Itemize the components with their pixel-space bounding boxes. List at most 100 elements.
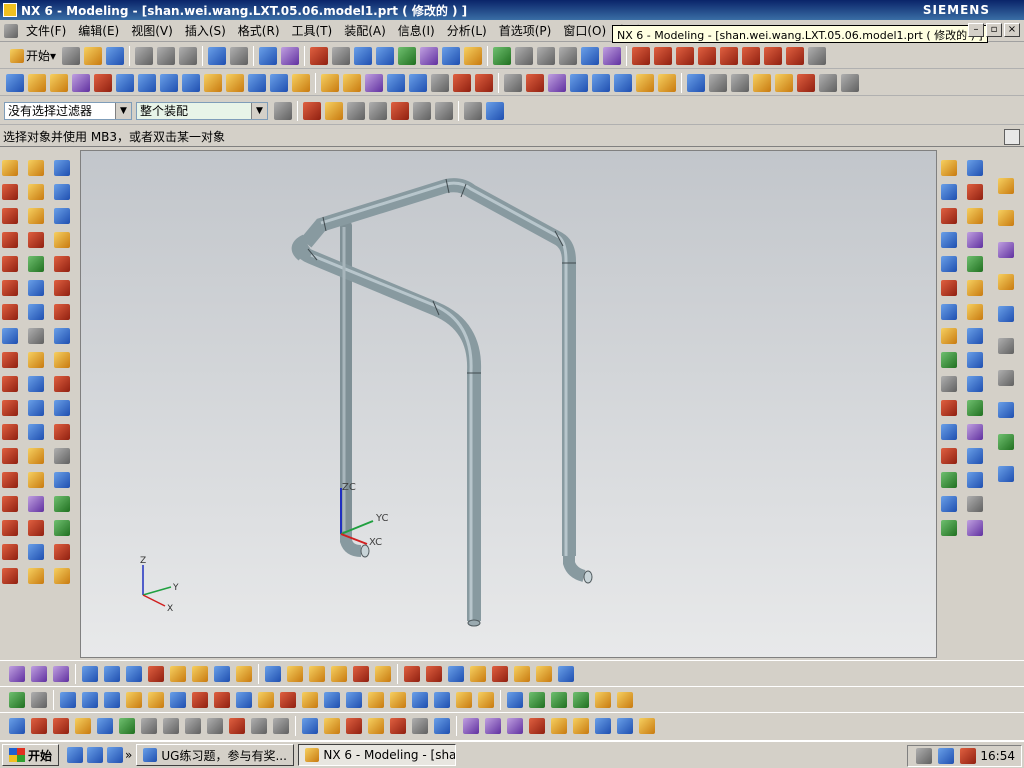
smooth-spline-icon[interactable] (617, 717, 633, 734)
circle-icon[interactable] (2, 448, 18, 464)
fillet-curve-icon[interactable] (2, 424, 18, 440)
cross-section-icon[interactable] (470, 665, 486, 682)
offset-curve-icon[interactable] (2, 352, 18, 368)
quick-launch-overflow[interactable]: » (125, 748, 132, 762)
revolve-icon[interactable] (138, 73, 156, 92)
tangent-line-icon[interactable] (207, 717, 223, 734)
styled-blend-icon[interactable] (28, 472, 44, 488)
paste-face-icon[interactable] (309, 665, 325, 682)
perpendicular-icon[interactable] (229, 717, 245, 734)
through-mesh-icon[interactable] (28, 256, 44, 272)
boss-icon[interactable] (270, 73, 288, 92)
interference-icon[interactable] (54, 520, 70, 536)
enlarge-icon[interactable] (28, 568, 44, 584)
background-icon[interactable] (515, 46, 534, 65)
feature-point-icon[interactable] (413, 101, 431, 120)
law-extension-icon[interactable] (28, 400, 44, 416)
product-outline-icon[interactable] (324, 691, 340, 708)
constraint-navigator-tab-icon[interactable] (998, 210, 1014, 226)
reuse-library-icon[interactable] (50, 73, 68, 92)
edit-curve-icon[interactable] (529, 717, 545, 734)
paint-icon[interactable] (967, 256, 983, 272)
i-form-icon[interactable] (28, 544, 44, 560)
fillet-draft-icon[interactable] (53, 717, 69, 734)
menu-format[interactable]: 格式(R) (232, 22, 286, 39)
menu-information[interactable]: 信息(I) (392, 22, 441, 39)
perspective-icon[interactable] (442, 46, 461, 65)
chamfer-icon[interactable] (343, 73, 361, 92)
replace-face-icon[interactable] (104, 665, 120, 682)
fit-view-icon[interactable] (310, 46, 329, 65)
gradient-icon[interactable] (967, 352, 983, 368)
pmi-icon[interactable] (941, 448, 957, 464)
mirror-icon[interactable] (658, 73, 676, 92)
offset-face-icon[interactable] (709, 73, 727, 92)
combined-curve-icon[interactable] (507, 717, 523, 734)
conic-icon[interactable] (2, 496, 18, 512)
studio-surface-icon[interactable] (28, 448, 44, 464)
pipe-end[interactable] (583, 570, 593, 584)
movie-icon[interactable] (967, 472, 983, 488)
wrap-curve-icon[interactable] (412, 717, 428, 734)
scene-settings-icon[interactable] (967, 400, 983, 416)
texture-icon[interactable] (941, 232, 957, 248)
open-folder-icon[interactable] (84, 46, 103, 65)
sketch-icon[interactable] (504, 73, 522, 92)
hole-icon[interactable] (248, 73, 266, 92)
windows-start-button[interactable]: 开始 (2, 744, 60, 766)
reuse-library-tab-icon[interactable] (998, 274, 1014, 290)
process-studio-tab-icon[interactable] (998, 402, 1014, 418)
dimension-icon[interactable] (941, 472, 957, 488)
arc-icon[interactable] (2, 232, 18, 248)
new-file-icon[interactable] (62, 46, 81, 65)
pocket-icon[interactable] (292, 73, 310, 92)
document-icon[interactable] (4, 23, 18, 38)
mirror-face-icon[interactable] (331, 665, 347, 682)
point-draft-icon[interactable] (119, 717, 135, 734)
keyboard-icon[interactable] (916, 748, 933, 764)
camera-icon[interactable] (941, 184, 957, 200)
extrude-icon[interactable] (116, 73, 134, 92)
ellipse-draft-icon[interactable] (302, 717, 318, 734)
close-doc-button[interactable]: × (1004, 23, 1020, 37)
helix-icon[interactable] (2, 328, 18, 344)
distance-icon[interactable] (54, 304, 70, 320)
show-desktop-icon[interactable] (107, 747, 124, 763)
shaded-icon[interactable] (493, 46, 512, 65)
edge-blend-icon[interactable] (321, 73, 339, 92)
view-icon[interactable] (967, 376, 983, 392)
start-menu-button[interactable]: 开始 ▾ (4, 47, 60, 64)
select-all-icon[interactable] (369, 101, 387, 120)
move-component-icon[interactable] (126, 691, 142, 708)
constrain-face-icon[interactable] (170, 665, 186, 682)
model-scene[interactable]: ZC YC XC Z Y X (81, 151, 937, 658)
menu-preferences[interactable]: 首选项(P) (493, 22, 558, 39)
select-body-icon[interactable] (486, 101, 504, 120)
save-icon[interactable] (106, 46, 125, 65)
instance-icon[interactable] (687, 73, 705, 92)
snapshot-icon[interactable] (967, 496, 983, 512)
project-curve-icon[interactable] (2, 544, 18, 560)
grid-icon[interactable] (141, 717, 157, 734)
annotation-icon[interactable] (941, 496, 957, 512)
point-icon[interactable] (2, 208, 18, 224)
scene-icon[interactable] (941, 352, 957, 368)
shell-face-icon[interactable] (426, 665, 442, 682)
history-tab-icon[interactable] (998, 338, 1014, 354)
deviation-icon[interactable] (54, 184, 70, 200)
replace-component-icon[interactable] (302, 691, 318, 708)
browser-icon[interactable] (67, 747, 84, 763)
reposition-icon[interactable] (82, 691, 98, 708)
make-tangent-icon[interactable] (236, 665, 252, 682)
cone-icon[interactable] (204, 73, 222, 92)
menu-edit[interactable]: 编辑(E) (72, 22, 125, 39)
pattern-face-icon[interactable] (353, 665, 369, 682)
quadrant-icon[interactable] (764, 46, 783, 65)
harness-icon[interactable] (617, 691, 633, 708)
text-curve-icon[interactable] (434, 717, 450, 734)
draft-analysis-icon[interactable] (54, 256, 70, 272)
user-group-icon[interactable] (967, 328, 983, 344)
angular-dimension-icon[interactable] (514, 665, 530, 682)
control-point-icon[interactable] (698, 46, 717, 65)
pipe-segment[interactable] (295, 237, 482, 621)
